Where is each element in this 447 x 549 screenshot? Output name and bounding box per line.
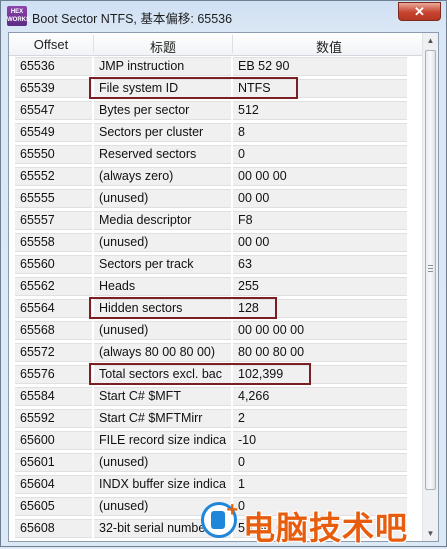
offset-cell[interactable]: 65560 xyxy=(15,255,92,274)
highlight-box xyxy=(89,363,311,385)
offset-cell[interactable]: 65562 xyxy=(15,277,92,296)
table-row[interactable]: 65560 Sectors per track 63 xyxy=(9,253,425,275)
watermark-text: 电脑技术吧 xyxy=(243,509,409,547)
title-cell[interactable]: Media descriptor xyxy=(94,211,231,230)
table-row[interactable]: 65558 (unused) 00 00 xyxy=(9,231,425,253)
offset-cell[interactable]: 65584 xyxy=(15,387,92,406)
value-cell[interactable]: F8 xyxy=(233,211,407,230)
offset-cell[interactable]: 65608 xyxy=(15,519,92,538)
title-bar: HEX WORKS Boot Sector NTFS, 基本偏移: 65536 … xyxy=(1,1,446,31)
offset-cell[interactable]: 65557 xyxy=(15,211,92,230)
offset-cell[interactable]: 65549 xyxy=(15,123,92,142)
title-cell[interactable]: (always zero) xyxy=(94,167,231,186)
table-row[interactable]: 65539 File system ID NTFS xyxy=(9,77,425,99)
offset-cell[interactable]: 65592 xyxy=(15,409,92,428)
scroll-up-arrow-icon[interactable]: ▲ xyxy=(424,33,437,48)
title-cell[interactable]: Start C# $MFTMirr xyxy=(94,409,231,428)
value-cell[interactable]: 0 xyxy=(233,453,407,472)
offset-cell[interactable]: 65600 xyxy=(15,431,92,450)
offset-cell[interactable]: 65536 xyxy=(15,57,92,76)
table-row[interactable]: 65550 Reserved sectors 0 xyxy=(9,143,425,165)
table-row[interactable]: 65557 Media descriptor F8 xyxy=(9,209,425,231)
table-row[interactable]: 65549 Sectors per cluster 8 xyxy=(9,121,425,143)
table-row[interactable]: 65601 (unused) 0 xyxy=(9,451,425,473)
offset-cell[interactable]: 65555 xyxy=(15,189,92,208)
hex-editor-app-icon[interactable]: HEX WORKS xyxy=(7,6,30,26)
value-cell[interactable]: 512 xyxy=(233,101,407,120)
offset-cell[interactable]: 65605 xyxy=(15,497,92,516)
offset-cell[interactable]: 65601 xyxy=(15,453,92,472)
close-icon: ✕ xyxy=(414,3,425,19)
table-row[interactable]: 65604 INDX buffer size indica 1 xyxy=(9,473,425,495)
title-cell[interactable]: (unused) xyxy=(94,321,231,340)
table-row[interactable]: 65552 (always zero) 00 00 00 xyxy=(9,165,425,187)
value-cell[interactable]: 63 xyxy=(233,255,407,274)
value-cell[interactable]: 00 00 xyxy=(233,233,407,252)
value-cell[interactable]: 00 00 00 00 xyxy=(233,321,407,340)
value-cell[interactable]: 1 xyxy=(233,475,407,494)
table-row[interactable]: 65547 Bytes per sector 512 xyxy=(9,99,425,121)
template-table-view: Offset 标题 数值 65536 JMP instruction EB 52 9… xyxy=(8,32,439,542)
table-row[interactable]: 65536 JMP instruction EB 52 90 xyxy=(9,55,425,77)
close-button[interactable]: ✕ xyxy=(398,2,441,21)
offset-cell[interactable]: 65568 xyxy=(15,321,92,340)
offset-cell[interactable]: 65564 xyxy=(15,299,92,318)
value-cell[interactable]: 8 xyxy=(233,123,407,142)
value-cell[interactable]: -10 xyxy=(233,431,407,450)
table-row[interactable]: 65572 (always 80 00 80 00) 80 00 80 00 xyxy=(9,341,425,363)
table-row[interactable]: 65555 (unused) 00 00 xyxy=(9,187,425,209)
title-cell[interactable]: Start C# $MFT xyxy=(94,387,231,406)
title-cell[interactable]: JMP instruction xyxy=(94,57,231,76)
offset-cell[interactable]: 65539 xyxy=(15,79,92,98)
table-body: 65536 JMP instruction EB 52 90 65539 File sy… xyxy=(9,55,425,539)
title-cell[interactable]: INDX buffer size indica xyxy=(94,475,231,494)
table-row[interactable]: 65600 FILE record size indica -10 xyxy=(9,429,425,451)
column-header-value[interactable]: 数值 xyxy=(233,37,425,56)
title-cell[interactable]: (unused) xyxy=(94,233,231,252)
title-cell[interactable]: Sectors per cluster xyxy=(94,123,231,142)
offset-cell[interactable]: 65558 xyxy=(15,233,92,252)
table-row[interactable]: 65562 Heads 255 xyxy=(9,275,425,297)
value-cell[interactable]: 0 xyxy=(233,145,407,164)
offset-cell[interactable]: 65572 xyxy=(15,343,92,362)
title-cell[interactable]: (unused) xyxy=(94,189,231,208)
offset-cell[interactable]: 65576 xyxy=(15,365,92,384)
value-cell[interactable]: 4,266 xyxy=(233,387,407,406)
title-cell[interactable]: FILE record size indica xyxy=(94,431,231,450)
column-header-title[interactable]: 标题 xyxy=(94,37,232,56)
title-cell[interactable]: (always 80 00 80 00) xyxy=(94,343,231,362)
table-row[interactable]: 65568 (unused) 00 00 00 00 xyxy=(9,319,425,341)
title-cell[interactable]: Reserved sectors xyxy=(94,145,231,164)
window-title: Boot Sector NTFS, 基本偏移: 65536 xyxy=(32,12,233,26)
title-cell[interactable]: (unused) xyxy=(94,453,231,472)
table-row[interactable]: 65592 Start C# $MFTMirr 2 xyxy=(9,407,425,429)
value-cell[interactable]: 80 00 80 00 xyxy=(233,343,407,362)
value-cell[interactable]: 00 00 xyxy=(233,189,407,208)
highlight-box xyxy=(89,297,277,319)
value-cell[interactable]: 2 xyxy=(233,409,407,428)
vertical-scrollbar[interactable]: ▲ ▼ xyxy=(422,33,438,541)
title-cell[interactable]: Sectors per track xyxy=(94,255,231,274)
offset-cell[interactable]: 65550 xyxy=(15,145,92,164)
app-window: HEX WORKS Boot Sector NTFS, 基本偏移: 65536 … xyxy=(0,0,447,547)
column-header-offset[interactable]: Offset xyxy=(9,37,93,52)
watermark-logo: 电脑技术吧 xyxy=(197,498,447,547)
value-cell[interactable]: EB 52 90 xyxy=(233,57,407,76)
offset-cell[interactable]: 65547 xyxy=(15,101,92,120)
table-row[interactable]: 65584 Start C# $MFT 4,266 xyxy=(9,385,425,407)
title-cell[interactable]: Bytes per sector xyxy=(94,101,231,120)
computer-repair-icon xyxy=(201,499,238,538)
highlight-box xyxy=(89,77,298,99)
offset-cell[interactable]: 65604 xyxy=(15,475,92,494)
title-cell[interactable]: Heads xyxy=(94,277,231,296)
value-cell[interactable]: 00 00 00 xyxy=(233,167,407,186)
offset-cell[interactable]: 65552 xyxy=(15,167,92,186)
column-header-row: Offset 标题 数值 xyxy=(9,33,425,56)
table-row[interactable]: 65564 Hidden sectors 128 xyxy=(9,297,425,319)
table-row[interactable]: 65576 Total sectors excl. bac 102,399 xyxy=(9,363,425,385)
scrollbar-thumb[interactable] xyxy=(425,50,436,490)
value-cell[interactable]: 255 xyxy=(233,277,407,296)
